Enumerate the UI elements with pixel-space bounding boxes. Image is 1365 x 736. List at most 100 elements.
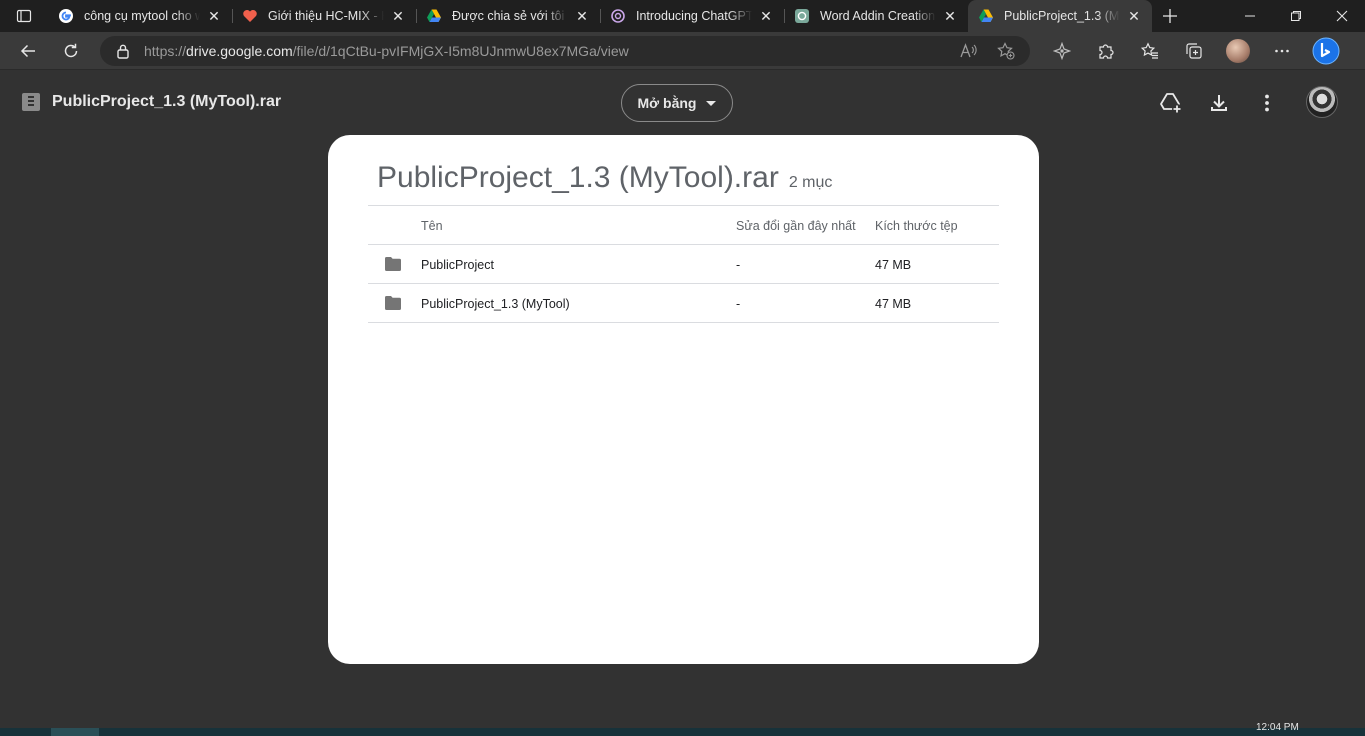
star-add-icon <box>997 42 1015 60</box>
archive-file-icon <box>22 93 40 111</box>
row-modified: - <box>736 297 741 311</box>
restore-icon <box>1291 11 1301 21</box>
open-with-button[interactable]: Mở bằng <box>621 84 733 122</box>
archive-name: PublicProject_1.3 (MyTool).rar <box>377 161 779 194</box>
browser-tab[interactable]: Word Addin Creation. ✕ <box>784 0 968 32</box>
more-actions-button[interactable] <box>1254 90 1280 116</box>
add-to-drive-icon <box>1160 93 1182 114</box>
restore-button[interactable] <box>1273 0 1319 32</box>
more-vertical-icon <box>1265 94 1269 112</box>
profile-avatar <box>1226 39 1250 63</box>
taskbar-active-app[interactable] <box>51 728 99 736</box>
new-tab-button[interactable] <box>1152 0 1188 32</box>
browser-tab[interactable]: Giới thiệu HC-MIX - Học ✕ <box>232 0 416 32</box>
heart-icon <box>242 8 258 24</box>
close-window-button[interactable] <box>1319 0 1365 32</box>
download-button[interactable] <box>1206 90 1232 116</box>
url-scheme: https:// <box>144 43 187 59</box>
row-size: 47 MB <box>875 297 912 311</box>
archive-preview-card: PublicProject_1.3 (MyTool).rar 2 mục Tên… <box>328 135 1039 664</box>
back-button[interactable] <box>9 35 47 67</box>
browser-tab-active[interactable]: PublicProject_1.3 (MyTool).rar ✕ <box>968 0 1152 32</box>
row-modified: - <box>736 258 741 272</box>
minimize-button[interactable] <box>1227 0 1273 32</box>
archive-contents-table: Tên Sửa đổi gần đây nhất Kích thước tệp … <box>368 205 999 323</box>
tab-title: công cụ mytool cho word <box>84 9 200 23</box>
open-with-label: Mở bằng <box>637 95 697 111</box>
column-header-modified: Sửa đổi gần đây nhất <box>736 219 856 233</box>
favorites-icon <box>1141 42 1158 59</box>
file-title: PublicProject_1.3 (MyTool).rar <box>52 93 282 110</box>
bing-icon <box>1312 37 1340 65</box>
window-controls <box>1227 0 1365 32</box>
puzzle-icon <box>1099 44 1114 59</box>
close-tab-icon[interactable]: ✕ <box>390 8 406 24</box>
table-row[interactable]: PublicProject - 47 MB <box>368 245 999 284</box>
browser-tools <box>1040 32 1348 70</box>
tab-actions-button[interactable] <box>0 0 48 32</box>
copilot-button[interactable] <box>1040 35 1084 67</box>
drive-viewer-header: PublicProject_1.3 (MyTool).rar Mở bằng <box>0 70 1365 134</box>
back-arrow-icon <box>20 44 35 58</box>
browser-tab[interactable]: Được chia sẻ với tôi - Google ✕ <box>416 0 600 32</box>
refresh-icon <box>64 43 78 58</box>
tab-title: Được chia sẻ với tôi - Google <box>452 9 568 23</box>
column-header-size: Kích thước tệp <box>875 219 958 233</box>
tab-title: Introducing ChatGPT <box>636 9 752 23</box>
openai-icon <box>610 8 626 24</box>
close-tab-icon[interactable]: ✕ <box>942 8 958 24</box>
account-avatar[interactable] <box>1306 86 1338 118</box>
browser-tab[interactable]: Introducing ChatGPT ✕ <box>600 0 784 32</box>
chatgpt-icon <box>794 8 810 24</box>
tab-title: Giới thiệu HC-MIX - Học <box>268 9 384 23</box>
refresh-button[interactable] <box>52 35 90 67</box>
add-favorite-button[interactable] <box>990 35 1022 67</box>
column-header-name: Tên <box>421 219 443 233</box>
table-row[interactable]: PublicProject_1.3 (MyTool) - 47 MB <box>368 284 999 323</box>
browser-tab-strip: công cụ mytool cho word ✕ Giới thiệu HC-… <box>0 0 1365 32</box>
close-tab-icon[interactable]: ✕ <box>206 8 222 24</box>
close-icon <box>1336 10 1348 22</box>
collections-button[interactable] <box>1172 35 1216 67</box>
folder-icon <box>385 257 401 271</box>
google-drive-icon <box>978 8 994 24</box>
read-aloud-icon <box>960 43 977 58</box>
url-path: /file/d/1qCtBu-pvIFMjGX-I5m8UJnmwU8ex7MG… <box>292 43 629 59</box>
favorites-button[interactable] <box>1128 35 1172 67</box>
close-tab-icon[interactable]: ✕ <box>1126 8 1142 24</box>
row-name: PublicProject <box>421 258 494 272</box>
collections-icon <box>1186 43 1202 59</box>
download-icon <box>1211 95 1227 111</box>
table-header-row: Tên Sửa đổi gần đây nhất Kích thước tệp <box>368 206 999 245</box>
address-bar[interactable]: https://drive.google.com/file/d/1qCtBu-p… <box>100 36 1030 66</box>
os-taskbar: 12:04 PM <box>0 723 1365 736</box>
tab-actions-icon <box>16 9 32 23</box>
read-aloud-button[interactable] <box>952 35 984 67</box>
sparkle-icon <box>1053 42 1071 60</box>
row-name: PublicProject_1.3 (MyTool) <box>421 297 570 311</box>
add-to-drive-button[interactable] <box>1158 90 1184 116</box>
extensions-button[interactable] <box>1084 35 1128 67</box>
google-icon <box>58 8 74 24</box>
taskbar-clock: 12:04 PM <box>1256 722 1299 733</box>
tab-title: PublicProject_1.3 (MyTool).rar <box>1004 9 1120 23</box>
settings-more-button[interactable] <box>1260 35 1304 67</box>
profile-button[interactable] <box>1216 35 1260 67</box>
more-horizontal-icon <box>1275 49 1289 53</box>
plus-icon <box>1163 9 1177 23</box>
archive-title: PublicProject_1.3 (MyTool).rar 2 mục <box>377 161 832 195</box>
lock-icon[interactable] <box>116 43 130 59</box>
close-tab-icon[interactable]: ✕ <box>758 8 774 24</box>
row-size: 47 MB <box>875 258 912 272</box>
item-count: 2 mục <box>788 174 833 191</box>
close-tab-icon[interactable]: ✕ <box>574 8 590 24</box>
google-drive-icon <box>426 8 442 24</box>
folder-icon <box>385 296 401 310</box>
browser-tab[interactable]: công cụ mytool cho word ✕ <box>48 0 232 32</box>
tab-title: Word Addin Creation. <box>820 9 936 23</box>
url-host: drive.google.com <box>186 43 293 59</box>
caret-down-icon <box>706 100 717 106</box>
minimize-icon <box>1245 15 1255 17</box>
browser-toolbar: https://drive.google.com/file/d/1qCtBu-p… <box>0 32 1365 70</box>
bing-chat-button[interactable] <box>1304 35 1348 67</box>
